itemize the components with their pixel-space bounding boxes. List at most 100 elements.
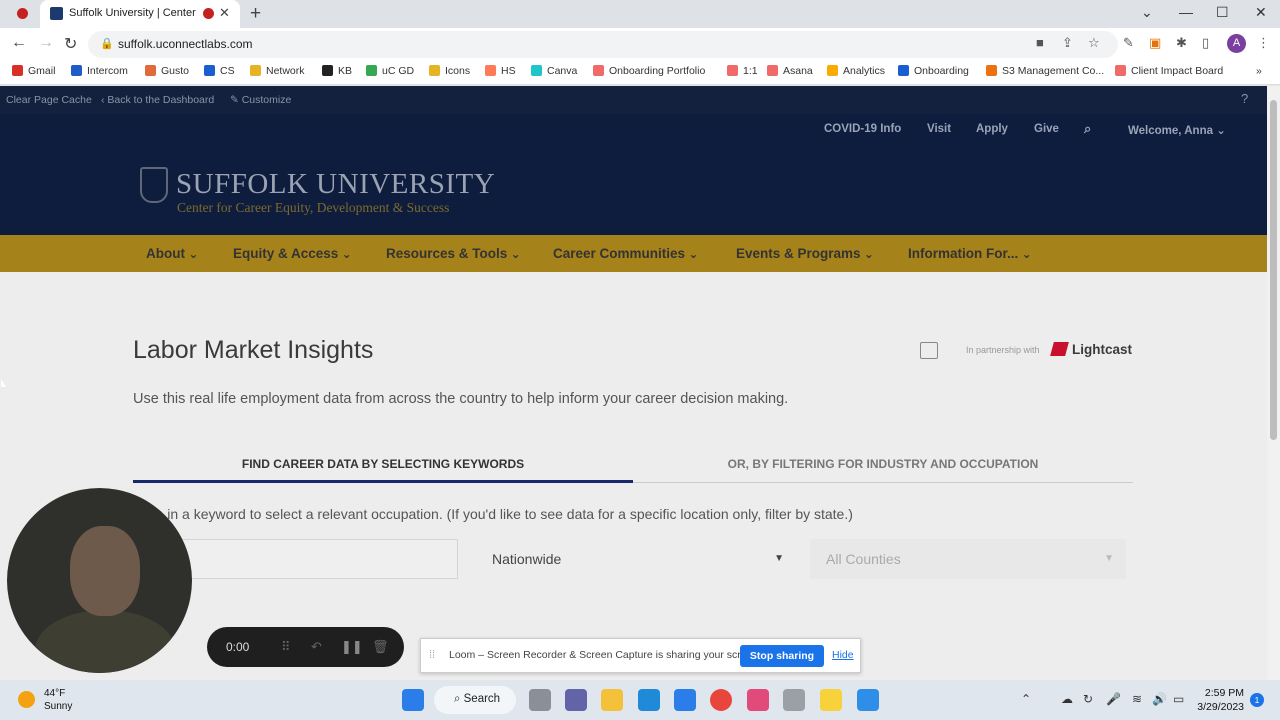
bookmark-item[interactable]: Gusto [145,65,189,77]
bookmark-item[interactable]: HS [485,65,516,77]
bookmark-star-icon[interactable]: ☆ [1088,35,1100,51]
volume-icon[interactable]: 🔊 [1152,692,1167,706]
microphone-icon[interactable]: 🎤 [1106,692,1121,706]
menu-icon[interactable]: ⋮ [1257,35,1270,51]
minimize-icon[interactable]: — [1179,4,1193,20]
customize-link[interactable]: ✎ Customize [230,94,291,106]
profile-avatar[interactable]: A [1227,34,1246,53]
bookmark-item[interactable]: Intercom [71,65,128,77]
window-close-icon[interactable]: ✕ [1255,4,1267,21]
clock-date: 3/29/2023 [1197,701,1244,713]
give-link[interactable]: Give [1034,123,1059,135]
taskbar-clock[interactable]: 2:59 PM 3/29/2023 [1196,686,1244,714]
bookmark-favicon-icon [898,65,909,76]
bookmark-item[interactable]: S3 Management Co... [986,65,1104,77]
search-icon[interactable]: ⌕ [1084,121,1091,137]
side-panel-icon[interactable]: ▯ [1202,35,1209,51]
bookmark-item[interactable]: 1:1 [727,65,758,77]
site-header: COVID-19 Info Visit Apply Give ⌕ Welcome… [0,114,1267,235]
task-view-icon[interactable] [529,689,551,711]
taskbar-search[interactable]: ⌕ Search [434,686,516,714]
app-icon[interactable] [857,689,879,711]
bookmark-item[interactable]: uC GD [366,65,414,77]
tray-chevron-icon[interactable]: ⌃ [1021,692,1031,706]
slack-icon[interactable] [747,689,769,711]
drag-handle-icon[interactable]: ⁞⁞ [429,649,435,661]
back-icon[interactable]: ← [11,34,27,52]
bookmark-item[interactable]: Gmail [12,65,55,77]
nav-information-for[interactable]: Information For... [908,246,1032,261]
bookmark-item[interactable]: Onboarding [898,65,969,77]
help-icon[interactable]: ? [1241,91,1248,106]
share-icon[interactable]: ⇪ [1062,35,1073,51]
stop-sharing-button[interactable]: Stop sharing [740,645,824,667]
tab-close-icon[interactable]: ✕ [219,5,230,21]
bookmark-item[interactable]: Onboarding Portfolio [593,65,705,77]
clear-cache-link[interactable]: Clear Page Cache [6,94,92,106]
browser-tab[interactable]: Suffolk University | Center fo ✕ [40,0,240,28]
covid-link[interactable]: COVID-19 Info [824,123,901,135]
tab-keywords[interactable]: FIND CAREER DATA BY SELECTING KEYWORDS [133,448,633,483]
chrome-icon[interactable] [710,689,732,711]
loom-pause-icon[interactable]: ❚❚ [341,639,363,655]
loom-delete-icon[interactable]: 🗑 [372,639,389,655]
bookmark-item[interactable]: Asana [767,65,813,77]
university-name[interactable]: SUFFOLK UNIVERSITY [176,168,495,201]
bookmark-item[interactable]: CS [204,65,235,77]
page-scrollbar[interactable] [1267,86,1280,680]
onedrive-icon[interactable]: ☁ [1061,692,1073,706]
loom-webcam-bubble[interactable] [7,488,192,673]
loom-drawing-icon[interactable]: ⠿ [281,639,291,655]
bookmark-favicon-icon [1115,65,1126,76]
apply-link[interactable]: Apply [976,123,1008,135]
url-text: suffolk.uconnectlabs.com [118,37,253,51]
puzzle-icon[interactable]: ✱ [1176,35,1187,51]
loom-undo-icon[interactable]: ↶ [311,639,322,655]
visit-link[interactable]: Visit [927,123,951,135]
nav-about[interactable]: About [146,246,198,261]
sync-icon[interactable]: ↻ [1083,692,1093,706]
camera-icon[interactable]: ■ [1036,35,1044,50]
snipping-tool-icon[interactable] [783,689,805,711]
mail-icon[interactable] [674,689,696,711]
bookmark-item[interactable]: Client Impact Board [1115,65,1223,77]
bookmarks-bar: Gmail Intercom Gusto CS Network KB uC GD Icons H… [0,60,1280,85]
sticky-notes-icon[interactable] [820,689,842,711]
nav-equity-access[interactable]: Equity & Access [233,246,352,261]
bookmark-item[interactable]: Icons [429,65,470,77]
county-select[interactable]: All Counties ▼ [810,539,1126,579]
bookmark-item[interactable]: Network [250,65,305,77]
welcome-menu[interactable]: Welcome, Anna ⌄ [1128,123,1226,137]
state-select[interactable]: Nationwide ▼ [476,539,796,579]
bookmark-item[interactable]: Analytics [827,65,885,77]
battery-icon[interactable]: ▭ [1173,692,1184,706]
tab-search-icon[interactable]: ⌄ [1141,4,1153,21]
tab-filter[interactable]: OR, BY FILTERING FOR INDUSTRY AND OCCUPA… [633,448,1133,483]
embed-code-icon[interactable] [920,342,938,359]
maximize-icon[interactable]: ☐ [1216,4,1229,21]
nav-resources-tools[interactable]: Resources & Tools [386,246,521,261]
nav-events-programs[interactable]: Events & Programs [736,246,874,261]
wifi-icon[interactable]: ≋ [1132,692,1142,706]
start-icon[interactable] [402,689,424,711]
scrollbar-thumb[interactable] [1270,100,1277,440]
more-bookmarks-icon[interactable]: » [1256,65,1262,77]
bookmark-favicon-icon [322,65,333,76]
hide-link[interactable]: Hide [832,649,854,661]
forward-icon[interactable]: → [38,34,54,52]
extension-icon[interactable]: ✎ [1123,35,1134,51]
bookmark-item[interactable]: Canva [531,65,577,77]
bookmark-favicon-icon [12,65,23,76]
teams-icon[interactable] [565,689,587,711]
back-dashboard-link[interactable]: ‹ Back to the Dashboard [101,94,214,106]
nav-career-communities[interactable]: Career Communities [553,246,698,261]
reload-icon[interactable]: ↻ [64,34,77,54]
weather-sun-icon[interactable] [18,691,35,708]
edge-icon[interactable] [638,689,660,711]
notification-badge[interactable]: 1 [1250,693,1264,707]
bookmark-item[interactable]: KB [322,65,352,77]
file-explorer-icon[interactable] [601,689,623,711]
new-tab-icon[interactable]: + [250,3,261,25]
extension-icon[interactable]: ▣ [1149,35,1161,51]
address-bar[interactable]: 🔒 suffolk.uconnectlabs.com [88,31,1118,58]
